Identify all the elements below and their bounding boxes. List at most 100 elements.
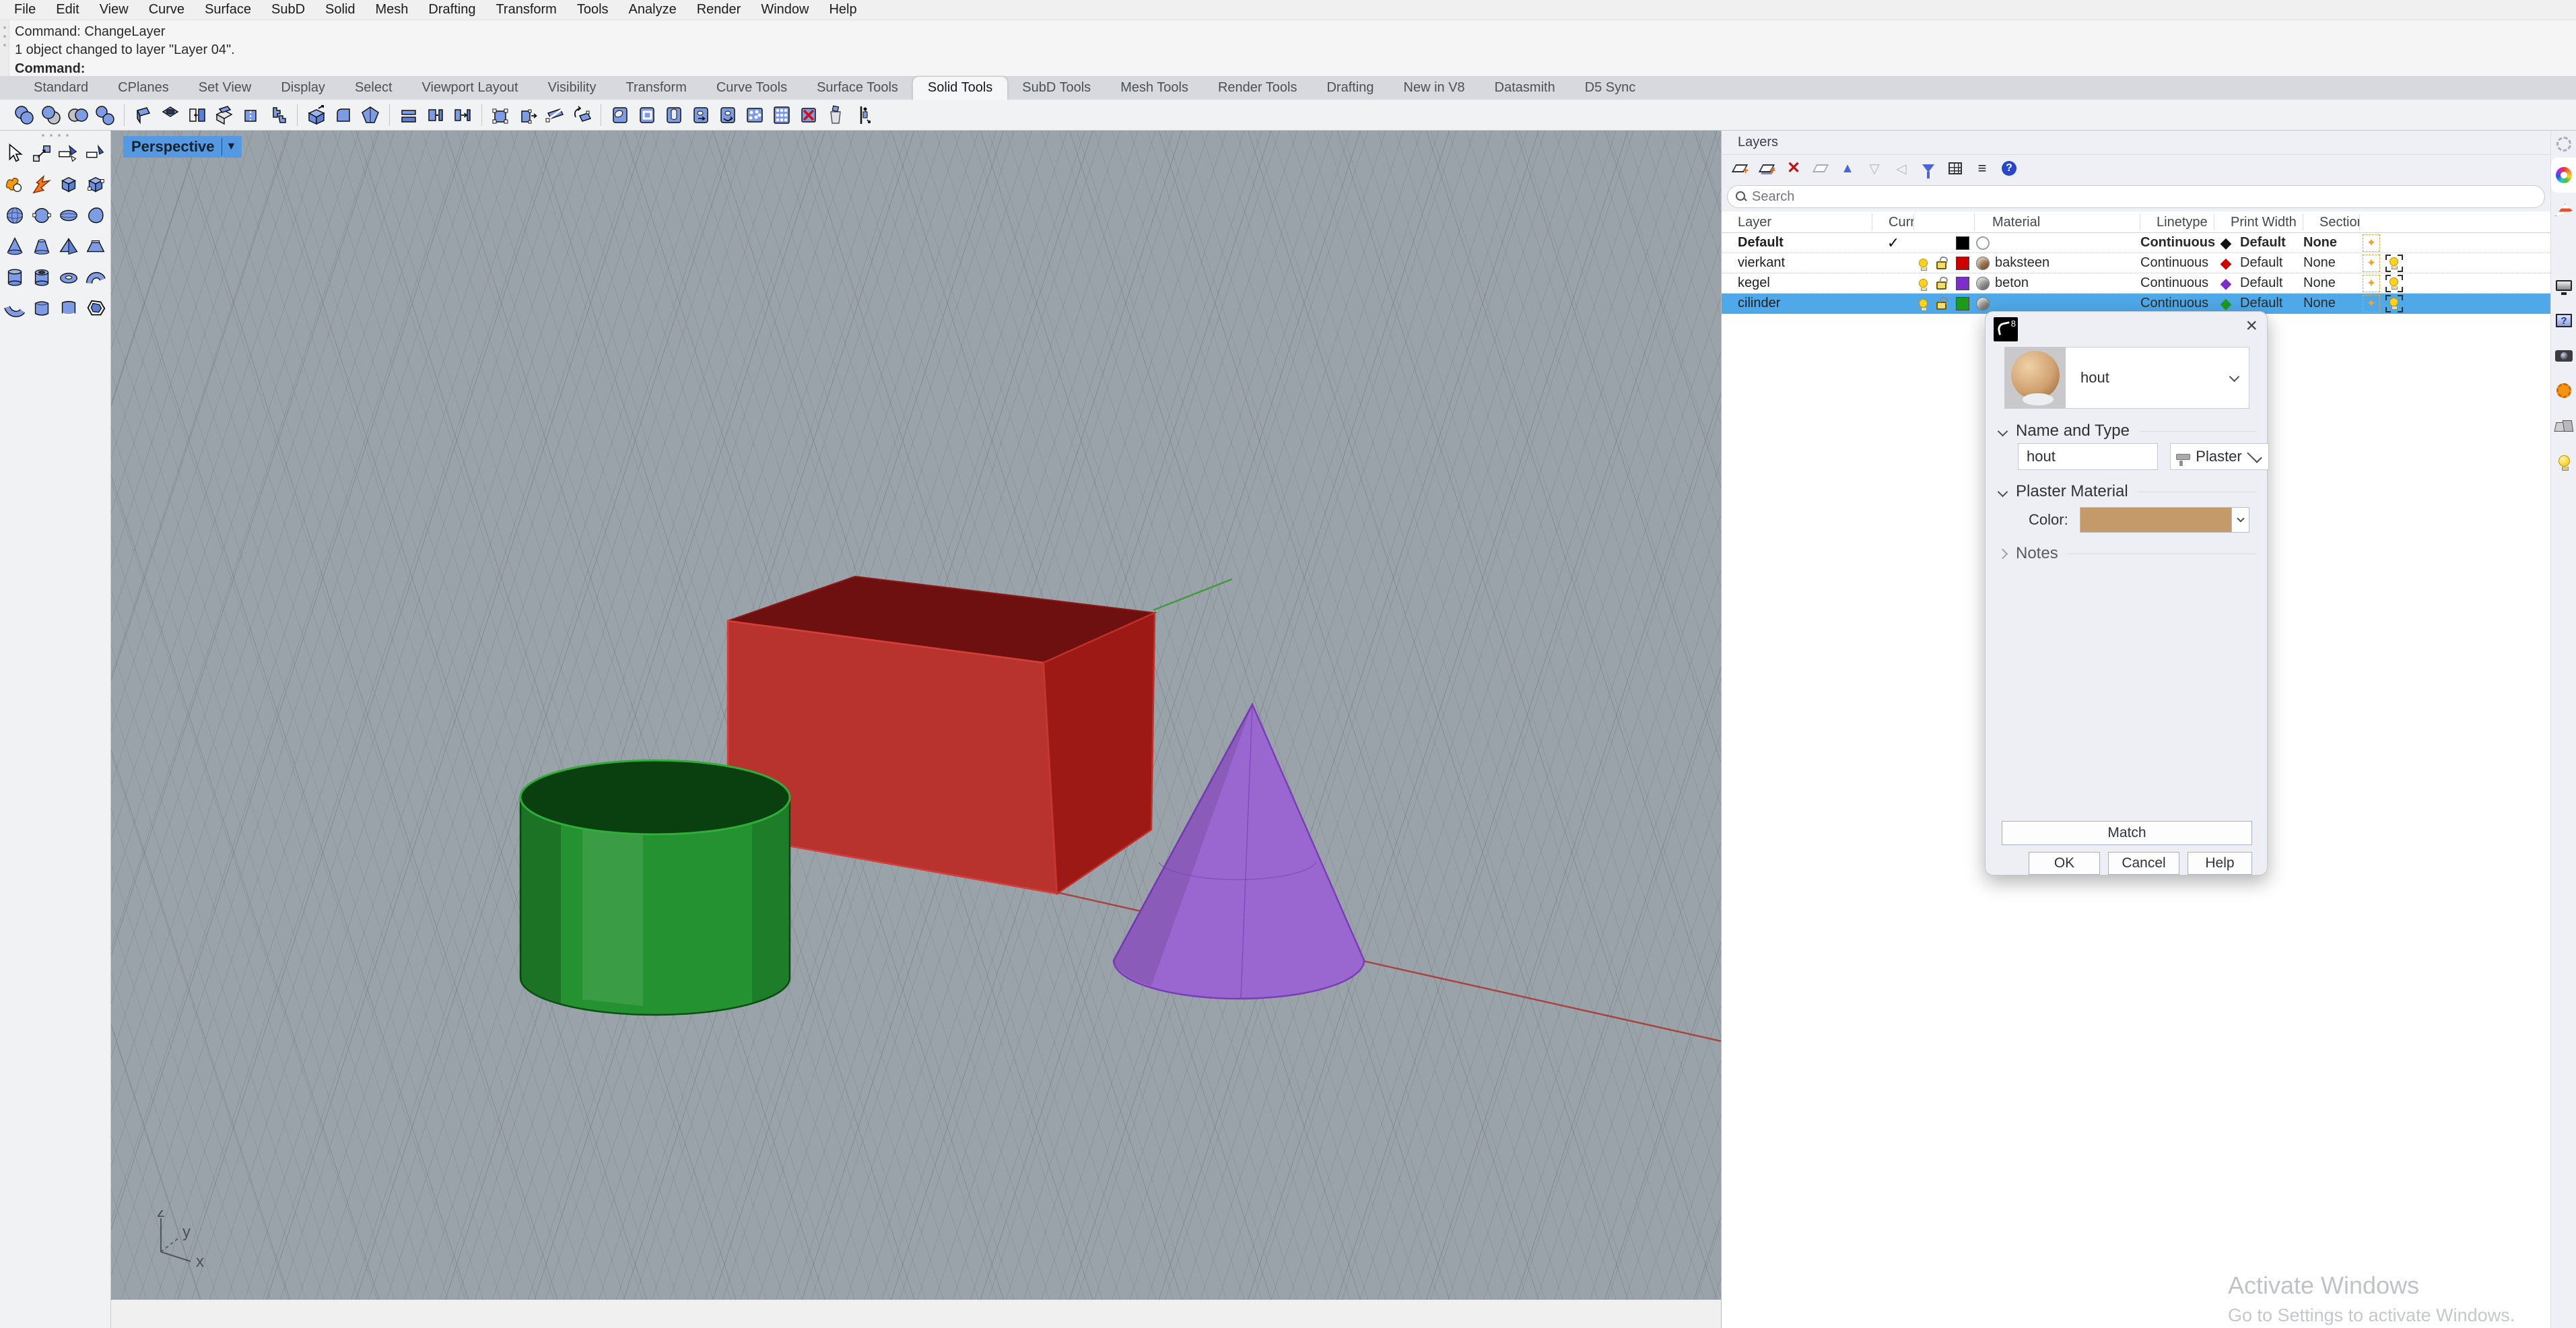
ellipsoid-icon[interactable]	[55, 202, 82, 229]
array-holes-grid-icon[interactable]	[768, 102, 795, 129]
layer-name[interactable]: vierkant	[1722, 255, 1872, 271]
plaster-material-section[interactable]: Plaster Material	[1999, 482, 2256, 501]
cplane-flip-icon[interactable]	[82, 140, 109, 167]
torus-icon[interactable]	[55, 264, 82, 291]
truncated-cone-icon[interactable]	[28, 233, 55, 260]
slab-icon[interactable]	[28, 295, 55, 322]
clipping-sparkle-icon[interactable]: ✦	[2363, 275, 2380, 292]
layer-lock-icon[interactable]	[1936, 302, 1946, 310]
section-style-value[interactable]: None	[2303, 235, 2360, 251]
tab-solid-tools[interactable]: Solid Tools	[913, 77, 1007, 100]
layer-visibility-bulb-icon[interactable]	[1919, 279, 1928, 288]
layer-color-swatch[interactable]	[1956, 297, 1969, 310]
sphere-by-points-icon[interactable]	[28, 202, 55, 229]
material-sphere-icon[interactable]	[1976, 277, 1990, 290]
column-section-style[interactable]: Section Style	[2303, 214, 2360, 230]
deep-hole-icon[interactable]	[660, 102, 687, 129]
linetype-value[interactable]: Continuous	[2140, 235, 2214, 251]
material-name[interactable]: baksteen	[1995, 255, 2049, 271]
paraboloid-icon[interactable]	[82, 202, 109, 229]
menu-view[interactable]: View	[90, 2, 139, 18]
linetype-value[interactable]: Continuous	[2140, 296, 2214, 311]
layer-color-swatch[interactable]	[1956, 257, 1969, 270]
fillet-solid-edge-icon[interactable]	[330, 102, 357, 129]
command-history[interactable]: Command: ChangeLayer 1 object changed to…	[0, 20, 2576, 77]
move-layer-down-icon[interactable]: ▽	[1863, 158, 1886, 179]
explode-icon[interactable]	[28, 171, 55, 198]
lights-bulb-icon[interactable]	[2551, 443, 2576, 478]
pyramid-icon[interactable]	[55, 233, 82, 260]
menu-solid[interactable]: Solid	[315, 2, 365, 18]
print-width-value[interactable]: Default	[2237, 255, 2303, 271]
print-width-value[interactable]: Default	[2237, 296, 2303, 311]
tab-curve-tools[interactable]: Curve Tools	[702, 77, 802, 100]
delete-layer-icon[interactable]: ✕	[1782, 158, 1805, 179]
make-hole-from-curve-icon[interactable]	[634, 102, 660, 129]
box-icon[interactable]	[55, 171, 82, 198]
sidebar-grip[interactable]	[0, 131, 110, 140]
select-cursor-icon[interactable]	[1, 140, 28, 167]
menu-mesh[interactable]: Mesh	[366, 2, 419, 18]
tab-visibility[interactable]: Visibility	[533, 77, 611, 100]
layer-row-default[interactable]: Default ✓ Continuous ◆ Default None ✦	[1722, 233, 2550, 253]
material-name[interactable]: beton	[1995, 275, 2029, 291]
tab-subd-tools[interactable]: SubD Tools	[1007, 77, 1106, 100]
layers-cake-icon[interactable]	[2551, 193, 2576, 228]
cone-icon[interactable]	[1, 233, 28, 260]
column-current[interactable]: Current	[1872, 214, 1914, 230]
layer-visibility-bulb-icon[interactable]	[1919, 299, 1928, 308]
scene-canvas[interactable]	[111, 131, 1721, 1300]
tab-transform[interactable]: Transform	[611, 77, 701, 100]
section-style-value[interactable]: None	[2303, 255, 2360, 271]
menu-transform[interactable]: Transform	[485, 2, 566, 18]
material-preview-select[interactable]: hout	[2004, 347, 2249, 409]
match-button[interactable]: Match	[2002, 821, 2252, 845]
layer-menu-icon[interactable]: ≡	[1971, 158, 1994, 179]
show-solid-edges-icon[interactable]	[238, 102, 265, 129]
round-hole-icon[interactable]	[157, 102, 184, 129]
print-color-diamond[interactable]: ◆	[2221, 297, 2232, 310]
cylinder-top-face[interactable]	[520, 760, 790, 834]
column-linetype[interactable]: Linetype	[2140, 214, 2214, 230]
layer-visibility-bulb-icon[interactable]	[1919, 259, 1928, 267]
cap-planar-holes-icon[interactable]	[130, 102, 157, 129]
place-hole-icon[interactable]	[607, 102, 634, 129]
move-icon[interactable]	[28, 140, 55, 167]
material-type-value[interactable]: Plaster	[2196, 448, 2241, 465]
column-layer[interactable]: Layer	[1722, 214, 1872, 230]
layer-light-frame-icon[interactable]	[2385, 295, 2403, 312]
cylinder-object[interactable]	[520, 760, 790, 1015]
print-color-diamond[interactable]: ◆	[2221, 277, 2232, 290]
move-face-arrow-icon[interactable]	[449, 102, 476, 129]
layer-light-frame-icon[interactable]	[2385, 275, 2403, 292]
shell-solid-icon[interactable]	[211, 102, 238, 129]
boolean-split-icon[interactable]	[92, 102, 118, 129]
layer-name[interactable]: cilinder	[1722, 296, 1872, 311]
trash-purge-icon[interactable]	[822, 102, 849, 129]
ok-button[interactable]: OK	[2029, 852, 2100, 875]
move-layer-left-icon[interactable]: ◁	[1890, 158, 1913, 179]
box-object[interactable]	[728, 576, 1155, 894]
tab-select[interactable]: Select	[340, 77, 407, 100]
menu-help[interactable]: Help	[819, 2, 867, 18]
clipping-sparkle-icon[interactable]: ✦	[2363, 255, 2380, 272]
perspective-viewport[interactable]: Perspective ▼	[111, 131, 1721, 1300]
chevron-down-icon[interactable]	[2229, 371, 2240, 382]
cplane-widget-icon[interactable]	[55, 140, 82, 167]
extrude-face-icon[interactable]	[422, 102, 449, 129]
current-layer-check[interactable]: ✓	[1872, 234, 1914, 252]
hexagonal-hole-icon[interactable]	[82, 295, 109, 322]
move-edge-icon[interactable]	[514, 102, 541, 129]
section-style-value[interactable]: None	[2303, 275, 2360, 291]
menu-render[interactable]: Render	[687, 2, 751, 18]
print-width-value[interactable]: Default	[2237, 235, 2303, 251]
linetype-value[interactable]: Continuous	[2140, 255, 2214, 271]
print-width-value[interactable]: Default	[2237, 275, 2303, 291]
tab-mesh-tools[interactable]: Mesh Tools	[1106, 77, 1203, 100]
chevron-down-icon[interactable]	[1998, 426, 2008, 436]
search-input[interactable]	[1752, 189, 2544, 205]
extrusion-icon[interactable]	[55, 295, 82, 322]
tab-cplanes[interactable]: CPlanes	[103, 77, 184, 100]
layer-table-header[interactable]: Layer Current Material Linetype Print Wi…	[1722, 211, 2550, 233]
chevron-right-icon[interactable]	[1998, 548, 2008, 559]
